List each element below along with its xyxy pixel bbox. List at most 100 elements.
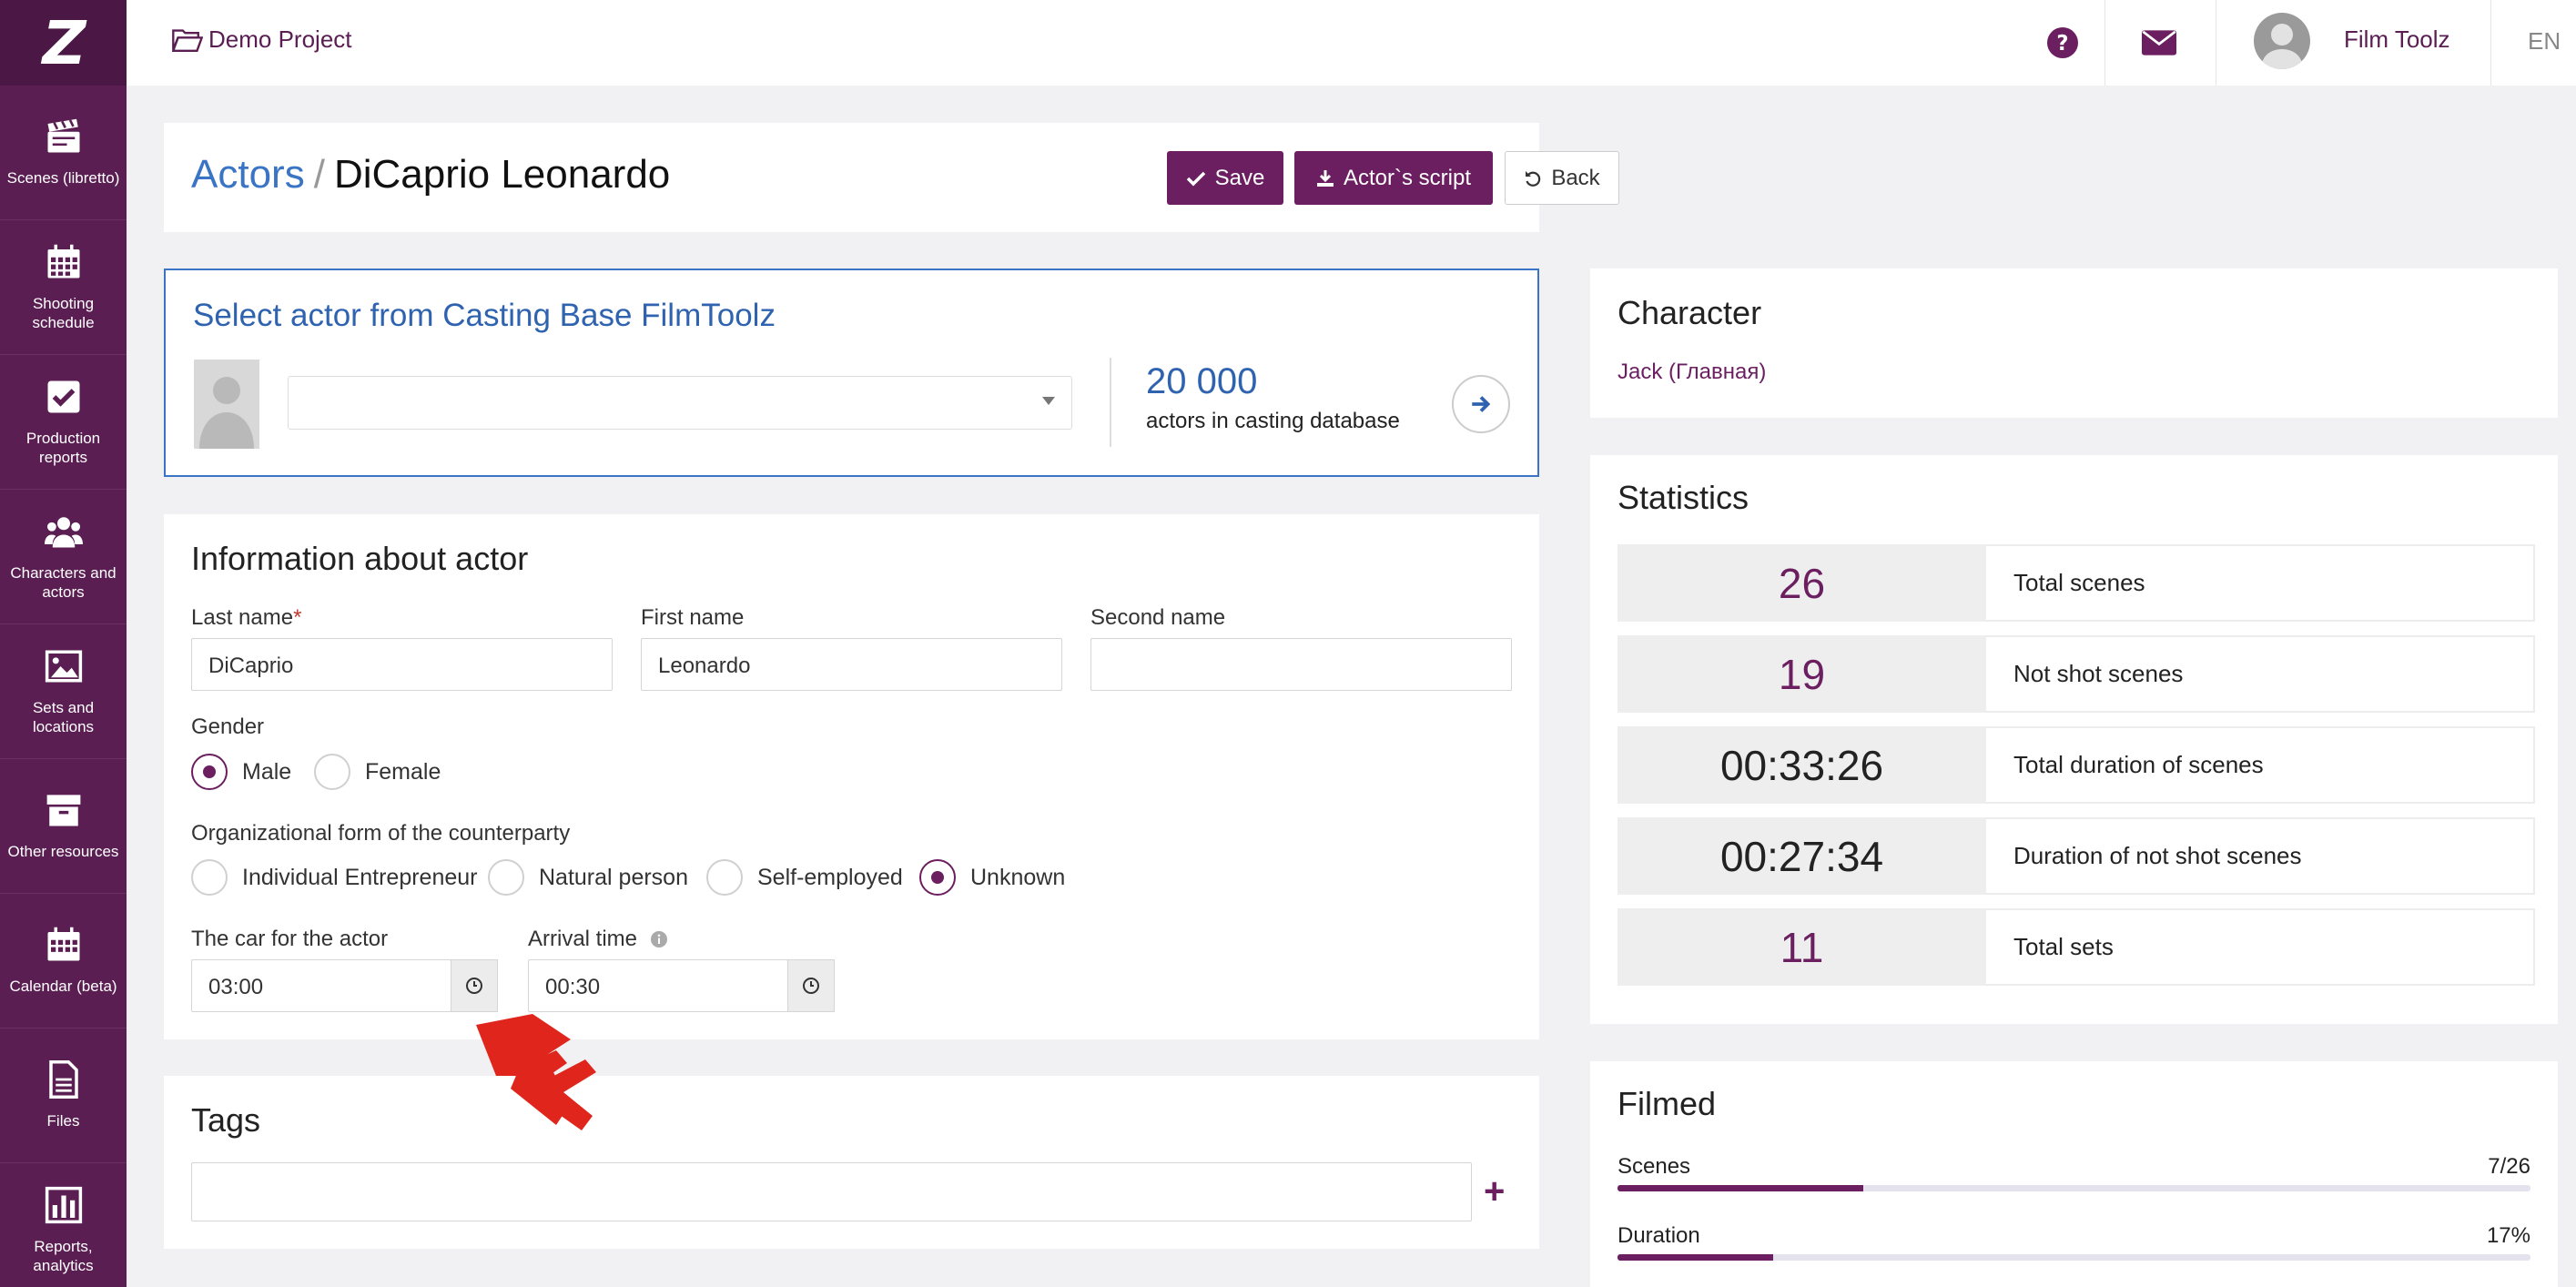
actor-script-button[interactable]: Actor`s script (1294, 151, 1493, 205)
sidebar-item-scenes[interactable]: Scenes (libretto) (0, 86, 127, 220)
sidebar-item-shooting-schedule[interactable]: Shooting schedule (0, 220, 127, 355)
undo-icon (1526, 170, 1541, 187)
stat-value: 00:33:26 (1618, 726, 1986, 804)
open-casting-button[interactable] (1452, 375, 1510, 433)
person-silhouette-icon (199, 377, 254, 449)
page-header: Actors / DiCaprio Leonardo Save Actor`s sc… (164, 123, 1619, 232)
org-radio-individual-entrepreneur[interactable]: Individual Entrepreneur (191, 859, 478, 896)
envelope-icon (2142, 30, 2176, 56)
sidebar: Z Scenes (libretto) Shooting schedule Pr… (0, 0, 127, 1287)
folder-open-icon (172, 28, 203, 52)
casting-base-panel: Select actor from Casting Base FilmToolz… (164, 269, 1539, 477)
actor-photo-placeholder (194, 360, 259, 449)
messages-button[interactable] (2106, 0, 2212, 86)
car-time-field[interactable]: 03:00 (191, 959, 451, 1012)
sidebar-item-production-reports[interactable]: Production reports (0, 355, 127, 490)
casting-count: 20 000 (1146, 361, 1258, 401)
org-radio-unknown[interactable]: Unknown (919, 859, 1065, 896)
project-name: Demo Project (208, 25, 352, 53)
sidebar-item-reports-analytics[interactable]: Reports, analytics (0, 1163, 127, 1287)
sidebar-item-label: Calendar (beta) (9, 978, 117, 995)
actor-select[interactable] (288, 376, 1072, 430)
save-button[interactable]: Save (1167, 151, 1283, 205)
sidebar-item-characters-actors[interactable]: Characters and actors (0, 490, 127, 624)
gender-radio-male[interactable]: Male (191, 754, 291, 790)
section-title: Character (1618, 294, 1762, 331)
last-name-field[interactable]: DiCaprio (191, 638, 613, 691)
stat-row: 19 Not shot scenes (1618, 635, 2535, 713)
breadcrumb-separator: / (313, 152, 325, 197)
sidebar-item-label: Sets and locations (32, 698, 95, 735)
filmed-panel: Filmed Scenes 7/26 Duration 17% (1590, 1061, 2558, 1287)
calendar-grid-icon (47, 244, 79, 278)
radio-button[interactable] (706, 859, 743, 896)
sidebar-item-sets-locations[interactable]: Sets and locations (0, 624, 127, 759)
statistics-panel: Statistics 26 Total scenes 19 Not shot s… (1590, 455, 2558, 1024)
second-name-field[interactable] (1090, 638, 1512, 691)
radio-button[interactable] (191, 859, 228, 896)
clock-icon (803, 978, 819, 994)
casting-count-label: actors in casting database (1146, 409, 1400, 433)
back-button[interactable]: Back (1505, 151, 1619, 205)
sidebar-item-files[interactable]: Files (0, 1029, 127, 1163)
image-icon (45, 650, 82, 682)
app-logo[interactable]: Z (0, 0, 127, 86)
stat-value: 00:27:34 (1618, 817, 1986, 895)
duration-progress-value: 17% (2486, 1223, 2530, 1248)
language-switch[interactable]: EN (2528, 27, 2561, 56)
sidebar-item-label: Production reports (25, 429, 101, 466)
character-link[interactable]: Jack (Главная) (1618, 360, 1766, 385)
casting-divider (1110, 358, 1111, 447)
arrival-time-picker-button[interactable] (787, 959, 835, 1012)
arrival-time-field[interactable]: 00:30 (528, 959, 788, 1012)
org-radio-self-employed[interactable]: Self-employed (706, 859, 903, 896)
top-bar: Demo Project ? Film Toolz EN (127, 0, 2576, 86)
avatar[interactable] (2254, 13, 2310, 69)
scenes-progress-label: Scenes (1618, 1154, 1691, 1179)
project-link[interactable]: Demo Project (172, 25, 352, 54)
stat-value: 26 (1618, 544, 1986, 622)
section-title: Statistics (1618, 479, 1749, 516)
check-icon (1186, 171, 1205, 186)
download-icon (1316, 169, 1334, 187)
progress-fill (1618, 1254, 1773, 1261)
archive-box-icon (46, 795, 80, 826)
radio-label: Natural person (539, 864, 688, 890)
stat-row: 11 Total sets (1618, 908, 2535, 986)
file-icon (48, 1060, 78, 1099)
topbar-divider (2104, 0, 2105, 86)
gender-label: Gender (191, 714, 265, 739)
logo-text: Z (42, 7, 86, 78)
sidebar-item-calendar[interactable]: Calendar (beta) (0, 894, 127, 1029)
car-time-label: The car for the actor (191, 927, 389, 951)
car-time-picker-button[interactable] (451, 959, 498, 1012)
radio-button[interactable] (919, 859, 956, 896)
info-icon[interactable] (650, 930, 668, 948)
radio-label: Individual Entrepreneur (242, 864, 478, 890)
breadcrumb: Actors / DiCaprio Leonardo (191, 152, 670, 198)
radio-button[interactable] (488, 859, 524, 896)
stat-row: 26 Total scenes (1618, 544, 2535, 622)
actor-info-panel: Information about actor Last name* DiCap… (164, 514, 1539, 1039)
help-button[interactable]: ? (2012, 0, 2114, 86)
breadcrumb-actors-link[interactable]: Actors (191, 152, 305, 197)
sidebar-item-other-resources[interactable]: Other resources (0, 759, 127, 894)
radio-label: Unknown (970, 864, 1066, 890)
radio-button[interactable] (314, 754, 350, 790)
person-silhouette-icon (2261, 24, 2303, 69)
casting-title: Select actor from Casting Base FilmToolz (193, 298, 776, 333)
question-circle-icon: ? (2047, 27, 2078, 58)
first-name-field[interactable]: Leonardo (641, 638, 1062, 691)
back-button-label: Back (1551, 165, 1600, 190)
sidebar-item-label: Other resources (7, 843, 119, 860)
user-name[interactable]: Film Toolz (2344, 25, 2450, 54)
org-form-label: Organizational form of the counterparty (191, 821, 571, 846)
gender-radio-female[interactable]: Female (314, 754, 441, 790)
tags-input[interactable] (191, 1162, 1472, 1221)
scenes-progress-value: 7/26 (2488, 1154, 2530, 1179)
sidebar-item-label: Files (46, 1112, 80, 1130)
add-tag-button[interactable]: + (1484, 1171, 1505, 1212)
radio-button[interactable] (191, 754, 228, 790)
org-radio-natural-person[interactable]: Natural person (488, 859, 688, 896)
duration-progress-bar (1618, 1254, 2530, 1261)
